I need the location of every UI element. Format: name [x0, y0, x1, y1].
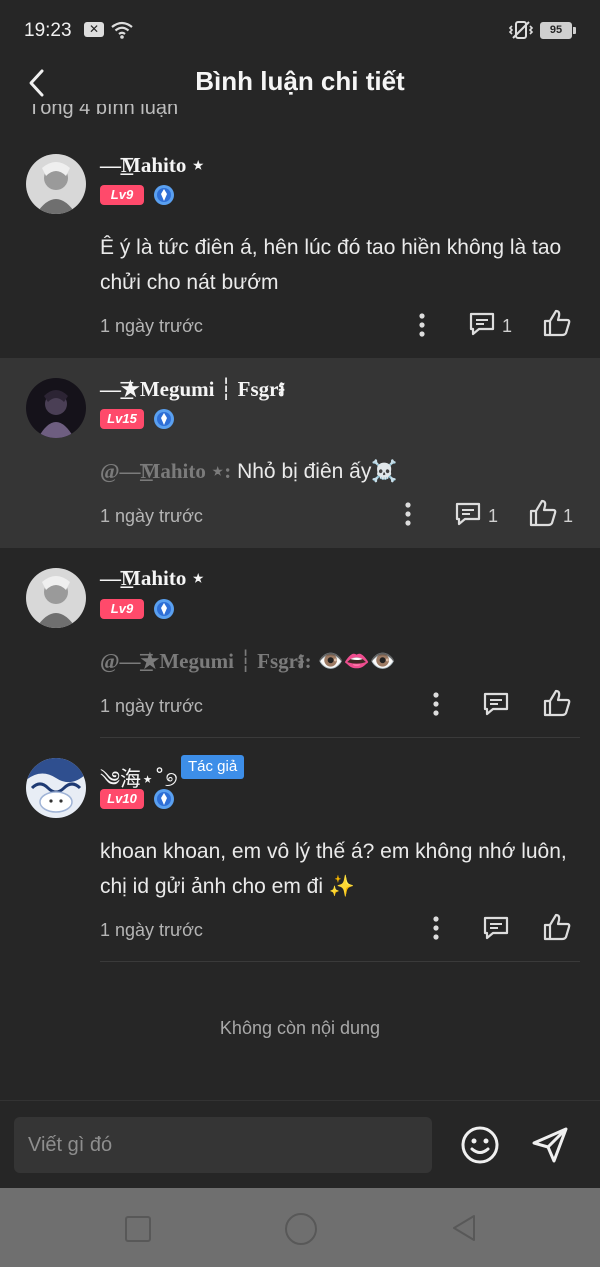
comment-time: 1 ngày trước [100, 506, 203, 526]
level-badge: Lv9 [100, 599, 144, 619]
author-name[interactable]: —͟͞Mahito ⋆ [100, 153, 205, 178]
send-icon[interactable] [530, 1125, 570, 1165]
comment-text: khoan khoan, em vô lý thế á? em không nh… [100, 840, 567, 898]
like-icon[interactable] [528, 498, 558, 528]
divider [100, 961, 580, 962]
like-count: 1 [563, 506, 574, 526]
comment-text: Ê ý là tức điên á, hên lúc đó tao hiền k… [100, 236, 562, 294]
author-tag: Tác giả [181, 755, 245, 779]
comment-reply-icon[interactable] [482, 690, 510, 718]
verified-badge-icon [154, 409, 174, 429]
home-button[interactable] [285, 1213, 317, 1245]
page-title: Bình luận chi tiết [195, 66, 405, 96]
more-options-icon[interactable] [432, 915, 440, 941]
level-badge: Lv9 [100, 185, 144, 205]
like-icon[interactable] [542, 308, 572, 338]
verified-badge-icon [154, 185, 174, 205]
comment-text: @—͟͞Mahito ⋆: Nhỏ bị điên ấy☠️ [100, 459, 398, 483]
comment-text: @—͟͞★Megumi ┆ Fsgr៛: 👁️👄👁️ [100, 649, 396, 673]
system-nav-bar [0, 1188, 600, 1267]
comment-input-bar: Viết gì đó [0, 1100, 600, 1189]
x-box-icon: ✕ [84, 22, 104, 37]
comment-input[interactable]: Viết gì đó [14, 1117, 432, 1173]
level-badge: Lv10 [100, 789, 144, 809]
comment-item: —͟͞Mahito ⋆ Lv9 @—͟͞★Megumi ┆ Fsgr៛: 👁️👄… [0, 548, 600, 738]
mention[interactable]: @—͟͞Mahito ⋆: [100, 459, 231, 483]
avatar[interactable] [26, 154, 86, 214]
avatar[interactable] [26, 758, 86, 818]
comment-time: 1 ngày trước [100, 920, 203, 940]
comment-time: 1 ngày trước [100, 316, 203, 336]
mention[interactable]: @—͟͞★Megumi ┆ Fsgr៛: [100, 649, 312, 673]
avatar[interactable] [26, 378, 86, 438]
status-bar: 19:23 ✕ 95 [0, 0, 600, 60]
comment-time: 1 ngày trước [100, 696, 203, 716]
author-name[interactable]: —͟͞Mahito ⋆ [100, 566, 205, 591]
level-badge: Lv15 [100, 409, 144, 429]
more-options-icon[interactable] [432, 691, 440, 717]
wifi-icon [111, 21, 133, 39]
comment-item: ༄海⋆˚୭ Tác giả Lv10 khoan khoan, em vô lý… [0, 738, 600, 962]
recents-button[interactable] [125, 1216, 151, 1242]
comment-reply-icon[interactable] [468, 310, 496, 338]
comment-reply-icon[interactable] [454, 500, 482, 528]
comments-total: Tổng 4 bình luận [28, 104, 179, 119]
reply-count: 1 [488, 506, 499, 526]
vibrate-icon [508, 21, 534, 39]
status-time: 19:23 [24, 20, 72, 41]
like-icon[interactable] [542, 688, 572, 718]
comment-reply-icon[interactable] [482, 914, 510, 942]
header: Bình luận chi tiết [0, 60, 600, 106]
triangle-back-icon[interactable] [450, 1213, 478, 1243]
battery-indicator: 95 [540, 22, 576, 39]
emoji-icon[interactable] [460, 1125, 500, 1165]
verified-badge-icon [154, 599, 174, 619]
end-of-list-message: Không còn nội dung [219, 1018, 381, 1038]
verified-badge-icon [154, 789, 174, 809]
like-icon[interactable] [542, 912, 572, 942]
more-options-icon[interactable] [418, 312, 426, 338]
comment-item: —͟͞Mahito ⋆ Lv9 Ê ý là tức điên á, hên l… [0, 140, 600, 358]
comment-item: —͟͞★Megumi ┆ Fsgr៛ Lv15 @—͟͞Mahito ⋆: Nh… [0, 358, 600, 548]
reply-count: 1 [502, 316, 513, 336]
more-options-icon[interactable] [404, 501, 412, 527]
avatar[interactable] [26, 568, 86, 628]
author-name[interactable]: —͟͞★Megumi ┆ Fsgr៛ [100, 376, 285, 407]
